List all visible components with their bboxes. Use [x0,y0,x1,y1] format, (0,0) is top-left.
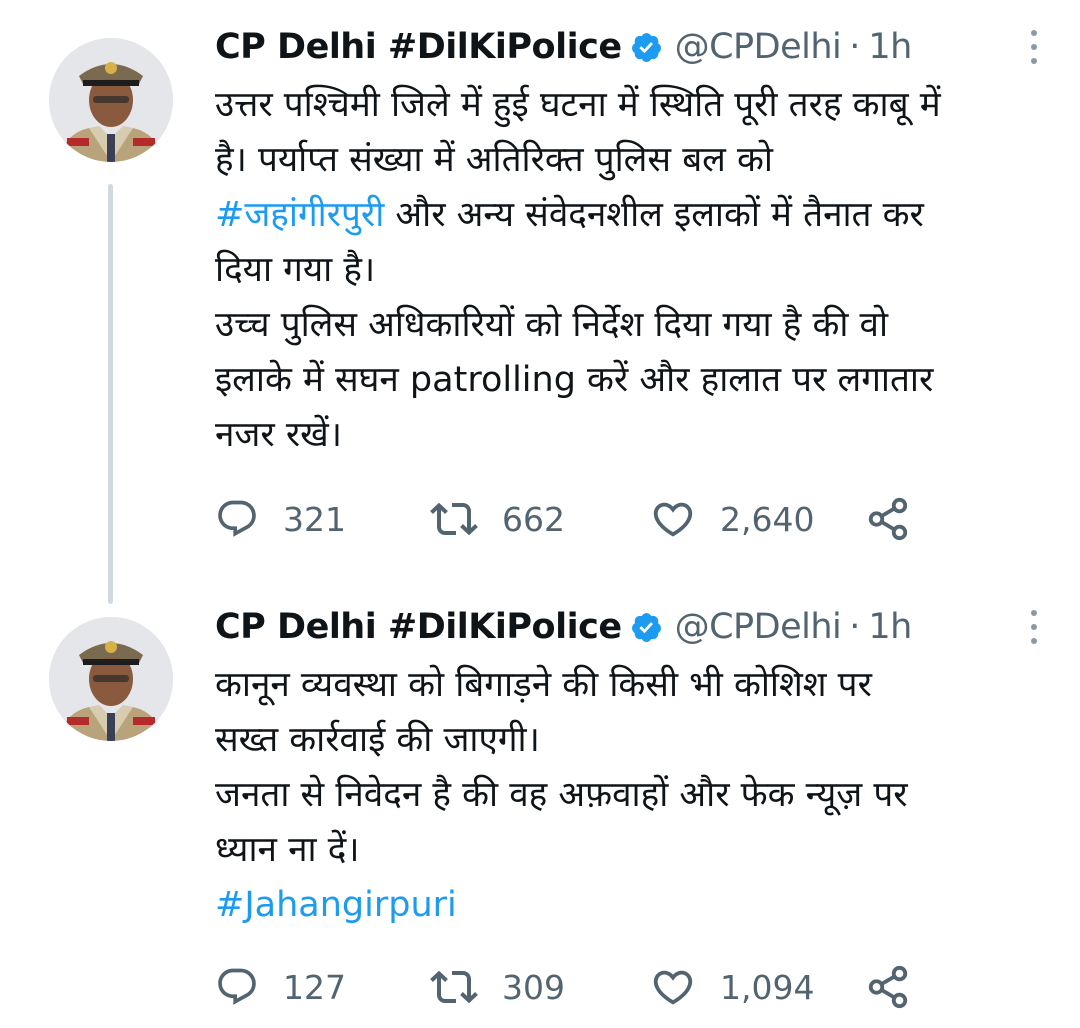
author-handle[interactable]: @CPDelhi [675,607,842,647]
tweet-text-line: जनता से निवेदन है की वह अफ़वाहों और फेक … [215,768,1050,823]
tweet-header: CP Delhi #DilKiPolice @CPDelhi · 1h [215,600,1040,654]
tweet[interactable]: CP Delhi #DilKiPolice @CPDelhi · 1h कानू… [0,580,1080,1028]
tweet-text-segment: जनता से निवेदन है की वह अफ़वाहों और फेक … [215,775,908,815]
like-count: 2,640 [720,499,815,539]
like-count: 1,094 [720,967,815,1007]
like-button[interactable]: 2,640 [650,496,865,542]
tweet-text-line: इलाके में सघन patrolling करें और हालात प… [215,353,1050,408]
reply-button[interactable]: 321 [215,497,430,541]
separator-dot: · [849,607,861,647]
tweet-text: उत्तर पश्चिमी जिले में हुई घटना में स्थि… [215,78,1050,463]
tweet-text-line: दिया गया है। [215,243,1050,298]
reply-icon [218,500,256,537]
tweet-text-line: सख्त कार्रवाई की जाएगी। [215,713,1050,768]
thread-connector-line [108,184,113,604]
police-officer-avatar-image [49,617,173,741]
tweet-text-segment: नजर रखें। [215,415,343,455]
tweet-text-segment: दिया गया है। [215,250,376,290]
avatar[interactable] [49,38,173,162]
avatar[interactable] [49,617,173,741]
tweet-text-segment: ध्यान ना दें। [215,830,360,870]
tweet-text-line: ध्यान ना दें। [215,823,1050,878]
tweet-text-line: कानून व्यवस्था को बिगाड़ने की किसी भी को… [215,658,1050,713]
share-icon [868,497,908,541]
tweet-text-segment: उच्च पुलिस अधिकारियों को निर्देश दिया गय… [215,305,889,345]
hashtag-link[interactable]: #Jahangirpuri [215,885,457,925]
more-options-icon[interactable] [1028,30,1040,64]
separator-dot: · [849,27,861,67]
author-handle[interactable]: @CPDelhi [675,27,842,67]
tweet-text-segment: और अन्य संवेदनशील इलाकों में तैनात कर [384,195,924,235]
tweet-text-segment: कानून व्यवस्था को बिगाड़ने की किसी भी को… [215,665,872,705]
reply-button[interactable]: 127 [215,965,430,1009]
verified-badge-icon [630,611,663,644]
tweet-text-segment: सख्त कार्रवाई की जाएगी। [215,720,540,760]
tweet-text-line: #जहांगीरपुरी और अन्य संवेदनशील इलाकों मे… [215,188,1050,243]
retweet-count: 309 [502,967,565,1007]
share-icon [868,965,908,1009]
tweet-text-segment: इलाके में सघन patrolling करें और हालात प… [215,360,934,400]
share-button[interactable] [865,496,911,542]
police-officer-avatar-image [49,38,173,162]
tweet-actions: 321 662 2,640 [215,494,1040,544]
tweet-header: CP Delhi #DilKiPolice @CPDelhi · 1h [215,20,1040,74]
tweet[interactable]: CP Delhi #DilKiPolice @CPDelhi · 1h उत्त… [0,0,1080,604]
heart-icon [653,970,693,1005]
reply-count: 321 [283,499,346,539]
share-button[interactable] [865,964,911,1010]
timestamp[interactable]: 1h [868,27,912,67]
retweet-button[interactable]: 309 [430,963,650,1011]
tweet-text: कानून व्यवस्था को बिगाड़ने की किसी भी को… [215,658,1050,933]
tweet-text-line: है। पर्याप्त संख्या में अतिरिक्त पुलिस ब… [215,133,1050,188]
tweet-actions: 127 309 1,094 [215,962,1040,1012]
tweet-text-segment: उत्तर पश्चिमी जिले में हुई घटना में स्थि… [215,85,941,125]
author-name[interactable]: CP Delhi #DilKiPolice [215,607,622,647]
more-options-icon[interactable] [1028,610,1040,644]
retweet-count: 662 [502,499,565,539]
tweet-text-line: नजर रखें। [215,408,1050,463]
reply-icon [218,968,256,1005]
author-name[interactable]: CP Delhi #DilKiPolice [215,27,622,67]
heart-icon [653,502,693,537]
reply-count: 127 [283,967,346,1007]
timestamp[interactable]: 1h [868,607,912,647]
verified-badge-icon [630,31,663,64]
like-button[interactable]: 1,094 [650,964,865,1010]
retweet-icon [430,502,478,536]
tweet-text-line: उच्च पुलिस अधिकारियों को निर्देश दिया गय… [215,298,1050,353]
retweet-icon [430,970,478,1004]
tweet-text-segment: है। पर्याप्त संख्या में अतिरिक्त पुलिस ब… [215,140,773,180]
hashtag-link[interactable]: #जहांगीरपुरी [215,195,384,235]
retweet-button[interactable]: 662 [430,495,650,543]
tweet-text-line: उत्तर पश्चिमी जिले में हुई घटना में स्थि… [215,78,1050,133]
tweet-text-line: #Jahangirpuri [215,878,1050,933]
